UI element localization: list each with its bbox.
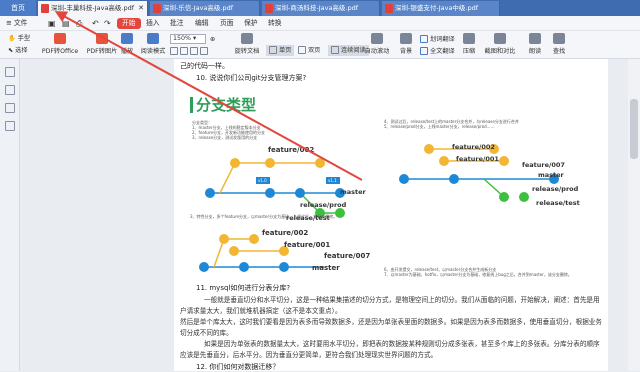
auto-scroll-button[interactable]: 自动滚动 — [362, 33, 392, 55]
branch-label: release/test — [536, 199, 580, 207]
paragraph: 如果是因为单张表的数据量太大，这时要用水平切分，即把表的数据按某种规则切分成多张… — [180, 340, 600, 359]
pdf-icon — [265, 4, 273, 13]
zoom-select[interactable]: 150% ▾ — [170, 34, 206, 44]
background-icon — [400, 33, 412, 44]
double-page-button[interactable]: 双页 — [298, 45, 320, 56]
branch-label: master — [312, 264, 340, 272]
heading-bar — [190, 97, 193, 113]
zoom-in-icon[interactable]: ⊕ — [210, 34, 215, 45]
scroll-icon — [371, 33, 383, 44]
word-translate-button[interactable]: 划词翻译 — [420, 34, 455, 45]
diagram-note: 3、特性分支，多个feature分支，以master分支为基础，上线之后，该分支… — [190, 214, 338, 219]
tab-document-4[interactable]: 深圳-银盛支付-Java中级.pdf — [382, 1, 500, 16]
branch-label: feature/001 — [456, 155, 499, 163]
branch-label: release/prod — [300, 201, 347, 209]
compress-button[interactable]: 压缩 — [460, 33, 478, 55]
version-tag: v1.1 — [328, 178, 337, 183]
tab-label: 深圳-银盛支付-Java中级.pdf — [395, 4, 479, 12]
read-aloud-button[interactable]: 朗读 — [526, 33, 544, 55]
branch-diagram-right: 4、测试过后，release/test上的master分支合并，与release… — [384, 119, 604, 279]
menu-bar: ≡ 文件 ▣ ▤ ⎙ ↶ ↷ 开始 插入 批注 编辑 页面 保护 转换 — [0, 16, 640, 31]
pdf-to-image-button[interactable]: PDF转图片 — [84, 33, 120, 55]
paragraph: 然后是单个库太大，这时我们要看是因为表多而导致数据多，还是因为单张表里面的数据多… — [180, 318, 602, 337]
book-icon — [147, 33, 159, 44]
menu-edit[interactable]: 编辑 — [195, 16, 209, 31]
diagram-note: 6、由开发提交，release/test，以master分支合并生成新分支 7、… — [384, 267, 572, 277]
vertical-scrollbar[interactable] — [628, 59, 640, 371]
branch-label: feature/002 — [262, 229, 309, 237]
pdf-to-office-button[interactable]: PDF转Office — [38, 33, 82, 55]
branch-label: feature/001 — [284, 241, 331, 249]
search-icon — [553, 33, 565, 44]
paragraph: 一般就是垂直切分和水平切分，这是一种结果集描述的切分方式，是物理空间上的切分。我… — [180, 296, 600, 315]
branch-label: master — [340, 188, 366, 196]
bookmark-icon[interactable] — [5, 67, 15, 77]
pdf-icon — [385, 4, 393, 13]
read-mode-button[interactable]: 阅读模式 — [138, 33, 168, 55]
branch-label: master — [538, 171, 564, 179]
menu-insert[interactable]: 插入 — [146, 16, 160, 31]
speaker-icon — [529, 33, 541, 44]
screenshot-compare-button[interactable]: 截图和对比 — [480, 33, 520, 55]
tab-bar: 首页 深圳-丰巢科技-Java高级.pdf ✕ 深圳-乐信-Java高级.pdf… — [0, 0, 640, 16]
diagram-heading: 分支类型 — [196, 96, 257, 114]
open-icon[interactable]: ▤ — [62, 16, 70, 31]
tab-home[interactable]: 首页 — [0, 0, 36, 16]
rotate-icon — [241, 33, 253, 44]
tab-document-3[interactable]: 深圳-商汤科技-Java高级.pdf — [262, 1, 380, 16]
menu-convert[interactable]: 转换 — [268, 16, 282, 31]
scrollbar-thumb[interactable] — [630, 99, 638, 159]
hand-tool-button[interactable]: ✋ 手型 — [8, 33, 30, 44]
image-icon — [96, 33, 108, 44]
diagram-note: 4、测试过后，release/test上的master分支合并，与release… — [384, 119, 519, 129]
menu-page[interactable]: 页面 — [220, 16, 234, 31]
page-nav-controls[interactable] — [170, 46, 210, 57]
tab-document-1[interactable]: 深圳-丰巢科技-Java高级.pdf ✕ — [38, 1, 148, 16]
thumbnail-icon[interactable] — [5, 85, 15, 95]
menu-protect[interactable]: 保护 — [244, 16, 258, 31]
tab-document-2[interactable]: 深圳-乐信-Java高级.pdf — [150, 1, 260, 16]
scissors-icon — [494, 33, 506, 44]
undo-icon[interactable]: ↶ — [92, 16, 99, 31]
search-button[interactable]: 查找 — [550, 33, 568, 55]
branch-label: feature/002 — [452, 143, 495, 151]
pdf-icon — [153, 4, 161, 13]
print-icon[interactable]: ⎙ — [76, 16, 82, 31]
branch-label: release/prod — [532, 185, 579, 193]
question-11: 11. mysql如何进行分表分库? — [196, 284, 291, 292]
play-icon — [121, 33, 133, 44]
pdf-convert-icon — [54, 33, 66, 44]
hand-icon: ✋ — [8, 35, 16, 42]
close-icon[interactable]: ✕ — [138, 1, 144, 16]
single-page-button[interactable]: 单页 — [266, 45, 295, 56]
branch-label: feature/007 — [522, 161, 565, 169]
ribbon-toolbar: ✋ 手型 ⬉ 选择 PDF转Office PDF转图片 播放 阅读模式 150%… — [0, 31, 640, 59]
question-10: 10. 说说你们公司git分支管理方案? — [196, 74, 307, 82]
annotation-icon[interactable] — [5, 103, 15, 113]
compress-icon — [463, 33, 475, 44]
text-line: 己的代码一样。 — [180, 62, 229, 70]
tab-label: 深圳-丰巢科技-Java高级.pdf — [51, 4, 135, 12]
menu-start[interactable]: 开始 — [117, 18, 141, 29]
pdf-icon — [41, 4, 49, 13]
play-button[interactable]: 播放 — [120, 33, 134, 55]
left-sidebar — [0, 59, 20, 371]
save-icon[interactable]: ▣ — [48, 16, 56, 31]
document-page: 己的代码一样。 10. 说说你们公司git分支管理方案? 分支类型 分支类型： … — [174, 59, 608, 371]
select-tool-button[interactable]: ⬉ 选择 — [8, 45, 28, 56]
version-tag: v1.0 — [258, 178, 267, 183]
branch-label: feature/002 — [268, 146, 315, 154]
tab-label: 深圳-商汤科技-Java高级.pdf — [275, 4, 359, 12]
attachment-icon[interactable] — [5, 121, 15, 131]
menu-file[interactable]: ≡ 文件 — [6, 16, 27, 31]
branch-label: feature/007 — [324, 252, 371, 260]
redo-icon[interactable]: ↷ — [104, 16, 111, 31]
background-button[interactable]: 背景 — [396, 33, 416, 55]
menu-annotate[interactable]: 批注 — [170, 16, 184, 31]
cursor-icon: ⬉ — [8, 47, 14, 54]
branch-diagram-left: 分支类型 分支类型： 1、master分支，上线的稳定版本分支 2、featur… — [190, 93, 370, 223]
full-translate-button[interactable]: 全文翻译 — [420, 46, 455, 57]
tab-label: 深圳-乐信-Java高级.pdf — [163, 4, 234, 12]
rotate-document-button[interactable]: 旋转文档 — [232, 33, 262, 55]
